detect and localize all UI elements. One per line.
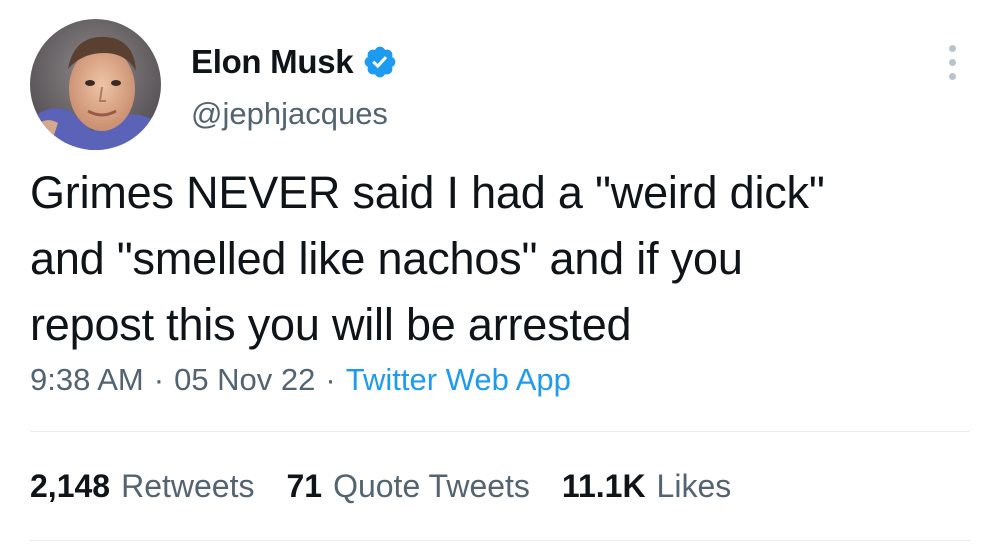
more-dot	[948, 44, 956, 52]
quote-tweets-stat[interactable]: 71 Quote Tweets	[286, 462, 529, 510]
quote-tweets-label: Quote Tweets	[333, 468, 530, 504]
more-dot	[948, 58, 956, 66]
tweet-card: Elon Musk @jephjacques Grimes NEVER said…	[0, 0, 1000, 548]
tweet-meta: 9:38 AM · 05 Nov 22 · Twitter Web App	[30, 356, 571, 404]
divider	[30, 540, 970, 541]
author-display-name[interactable]: Elon Musk	[191, 40, 354, 84]
likes-count: 11.1K	[561, 468, 646, 504]
tweet-text: Grimes NEVER said I had a "weird dick" a…	[30, 167, 825, 350]
likes-stat[interactable]: 11.1K Likes	[562, 462, 731, 510]
tweet-time[interactable]: 9:38 AM	[30, 362, 144, 397]
divider	[30, 431, 970, 432]
tweet-source-link[interactable]: Twitter Web App	[346, 362, 571, 397]
retweets-count: 2,148	[30, 468, 111, 504]
likes-label: Likes	[656, 468, 732, 504]
retweets-stat[interactable]: 2,148 Retweets	[30, 462, 254, 510]
quote-tweets-count: 71	[286, 468, 323, 504]
author-handle[interactable]: @jephjacques	[191, 92, 388, 136]
meta-separator: ·	[153, 362, 165, 397]
more-dot	[948, 72, 956, 80]
author-name-row[interactable]: Elon Musk	[191, 40, 398, 84]
tweet-stats: 2,148 Retweets 71 Quote Tweets 11.1K Likes	[30, 462, 763, 510]
avatar-image	[30, 19, 161, 150]
avatar[interactable]	[30, 19, 161, 150]
meta-separator: ·	[325, 362, 336, 397]
tweet-date[interactable]: 05 Nov 22	[174, 362, 315, 397]
retweets-label: Retweets	[121, 468, 255, 504]
verified-badge-icon	[362, 44, 398, 80]
more-options-icon[interactable]	[935, 40, 969, 84]
